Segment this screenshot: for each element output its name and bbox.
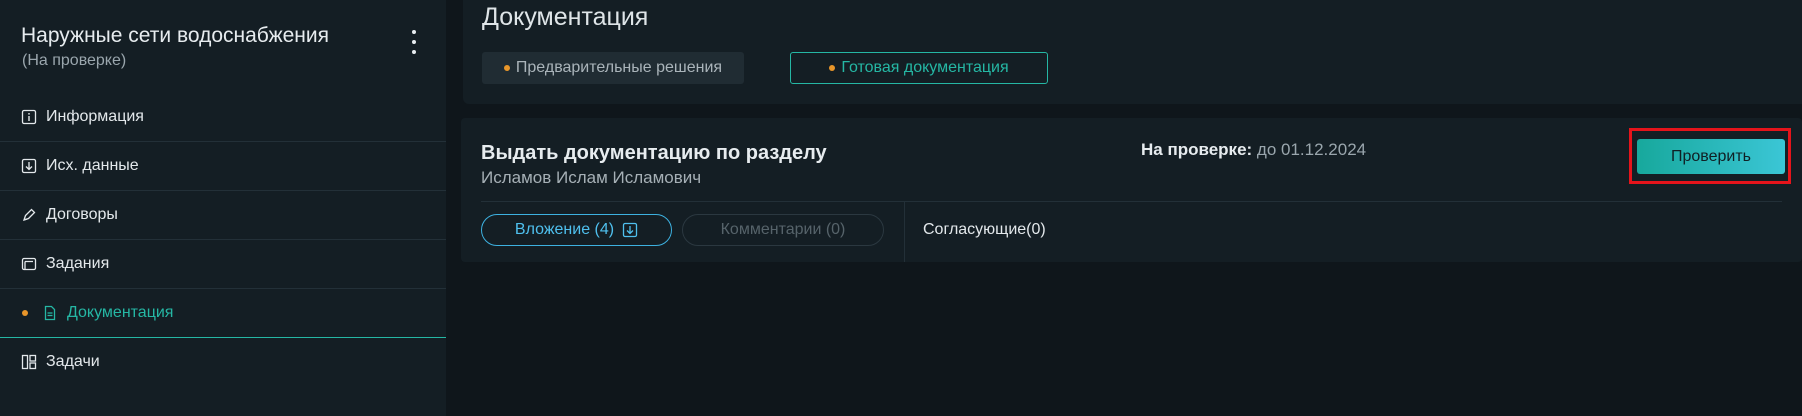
- review-status: На проверке: до 01.12.2024: [1141, 140, 1366, 160]
- sidebar-item-information[interactable]: Информация: [0, 93, 446, 142]
- project-title: Наружные сети водоснабжения: [21, 24, 330, 47]
- card-title: Выдать документацию по разделу: [481, 142, 827, 164]
- sidebar-item-contracts[interactable]: Договоры: [0, 191, 446, 240]
- document-icon: [42, 305, 58, 321]
- sidebar-item-tasks-assignments[interactable]: Задания: [0, 240, 446, 289]
- card-person: Исламов Ислам Исламович: [481, 168, 702, 187]
- sidebar-item-label: Документация: [67, 304, 174, 321]
- approvers-label[interactable]: Согласующие(0): [923, 221, 1046, 239]
- page-title: Документация: [482, 3, 649, 31]
- sidebar-item-documentation[interactable]: Документация: [0, 289, 446, 338]
- sidebar-item-tasks[interactable]: Задачи: [0, 338, 446, 386]
- comments-button[interactable]: Комментарии (0): [682, 214, 884, 246]
- sidebar-item-source-data[interactable]: Исх. данные: [0, 142, 446, 191]
- document-card: Выдать документацию по разделу Исламов И…: [461, 118, 1802, 262]
- tab-label: Готовая документация: [841, 59, 1009, 76]
- vertical-divider: [904, 202, 905, 262]
- download-icon: [622, 222, 638, 238]
- sidebar-item-label: Задачи: [46, 353, 100, 370]
- project-header: Наружные сети водоснабжения (На проверке…: [21, 24, 421, 70]
- active-indicator-dot: [22, 310, 28, 316]
- sidebar-item-label: Исх. данные: [46, 157, 139, 174]
- sidebar-nav: Информация Исх. данные Договоры Задания: [0, 93, 446, 386]
- folders-icon: [21, 256, 37, 272]
- sidebar-item-label: Информация: [46, 108, 144, 125]
- tab-dot: [829, 65, 836, 71]
- more-options-icon[interactable]: [404, 30, 424, 54]
- tab-preliminary-solutions[interactable]: Предварительные решения: [482, 52, 744, 84]
- download-box-icon: [21, 158, 37, 174]
- review-date: до 01.12.2024: [1256, 140, 1367, 159]
- sidebar-item-label: Задания: [46, 255, 110, 272]
- sidebar: Наружные сети водоснабжения (На проверке…: [0, 0, 446, 416]
- documentation-panel: Документация Предварительные решения Гот…: [463, 0, 1802, 104]
- info-icon: [21, 109, 37, 125]
- review-label: На проверке:: [1141, 140, 1253, 159]
- check-button[interactable]: Проверить: [1637, 139, 1785, 174]
- tab-label: Предварительные решения: [515, 59, 723, 76]
- board-icon: [21, 354, 37, 370]
- sidebar-item-label: Договоры: [46, 206, 118, 223]
- tab-ready-documentation[interactable]: Готовая документация: [790, 52, 1048, 84]
- tab-dot: [503, 65, 510, 71]
- project-status: (На проверке): [22, 52, 127, 69]
- divider: [481, 201, 1782, 202]
- attachments-label: Вложение (4): [514, 221, 615, 238]
- attachments-button[interactable]: Вложение (4): [481, 214, 672, 246]
- pen-icon: [21, 207, 37, 223]
